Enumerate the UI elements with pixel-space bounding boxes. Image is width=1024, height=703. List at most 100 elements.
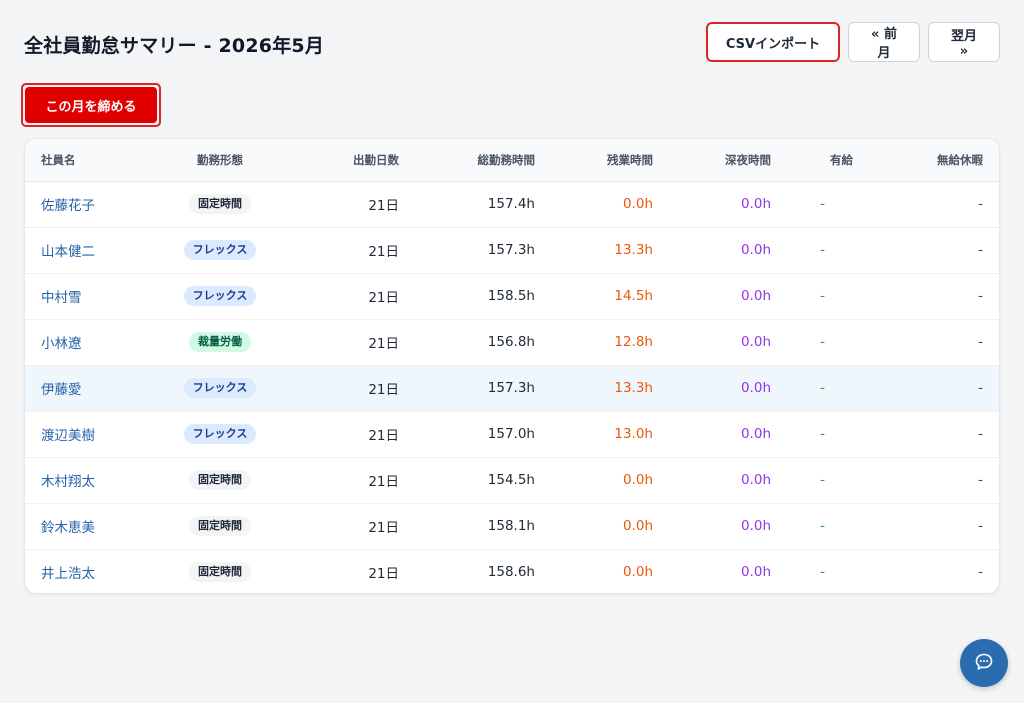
work-days-cell: 21日 (285, 502, 415, 549)
employee-name-cell: 伊藤愛 (25, 364, 155, 411)
column-header-total-hours: 総勤務時間 (415, 139, 551, 182)
employee-name-link[interactable]: 鈴木恵美 (41, 520, 95, 536)
work-type-badge: フレックス (183, 378, 257, 398)
work-type-cell: フレックス (155, 226, 285, 273)
close-month-highlight: この月を締める (21, 83, 161, 127)
unpaid-leave-cell: - (869, 364, 999, 411)
night-hours-cell: 0.0h (669, 226, 787, 273)
table-row: 木村翔太 固定時間 21日 154.5h 0.0h 0.0h - - (25, 456, 999, 503)
employee-name-link[interactable]: 佐藤花子 (41, 198, 95, 214)
work-days-cell: 21日 (285, 318, 415, 365)
employee-name-cell: 井上浩太 (25, 548, 155, 593)
work-type-badge: フレックス (183, 424, 257, 444)
work-days-cell: 21日 (285, 272, 415, 319)
night-hours-cell: 0.0h (669, 548, 787, 593)
table-row: 佐藤花子 固定時間 21日 157.4h 0.0h 0.0h - - (25, 181, 999, 227)
table-row: 小林遼 裁量労働 21日 156.8h 12.8h 0.0h - - (25, 318, 999, 365)
work-type-cell: 固定時間 (155, 502, 285, 549)
csv-import-button[interactable]: CSVインポート (706, 22, 840, 62)
total-hours-cell: 158.6h (415, 548, 551, 593)
total-hours-cell: 158.1h (415, 502, 551, 549)
overtime-cell: 0.0h (551, 548, 669, 593)
total-hours-cell: 157.3h (415, 364, 551, 411)
total-hours-cell: 157.3h (415, 226, 551, 273)
unpaid-leave-cell: - (869, 548, 999, 593)
night-hours-cell: 0.0h (669, 410, 787, 457)
total-hours-cell: 158.5h (415, 272, 551, 319)
work-type-badge: 固定時間 (189, 516, 251, 536)
total-hours-cell: 156.8h (415, 318, 551, 365)
employee-name-cell: 佐藤花子 (25, 181, 155, 227)
employee-name-link[interactable]: 中村雪 (41, 290, 82, 306)
work-days-cell: 21日 (285, 364, 415, 411)
prev-month-button[interactable]: « 前月 (848, 22, 920, 62)
work-days-cell: 21日 (285, 456, 415, 503)
employee-name-cell: 鈴木恵美 (25, 502, 155, 549)
table-row: 山本健二 フレックス 21日 157.3h 13.3h 0.0h - - (25, 226, 999, 273)
total-hours-cell: 157.0h (415, 410, 551, 457)
overtime-cell: 0.0h (551, 502, 669, 549)
work-type-badge: 固定時間 (189, 194, 251, 214)
night-hours-cell: 0.0h (669, 318, 787, 365)
column-header-work-type: 勤務形態 (155, 139, 285, 182)
employee-name-cell: 中村雪 (25, 272, 155, 319)
overtime-cell: 12.8h (551, 318, 669, 365)
work-type-badge: 固定時間 (189, 470, 251, 490)
overtime-cell: 13.3h (551, 226, 669, 273)
table-row: 渡辺美樹 フレックス 21日 157.0h 13.0h 0.0h - - (25, 410, 999, 457)
employee-name-link[interactable]: 井上浩太 (41, 566, 95, 582)
unpaid-leave-cell: - (869, 226, 999, 273)
paid-leave-cell: - (787, 364, 869, 411)
attendance-summary-table: 社員名 勤務形態 出勤日数 総勤務時間 残業時間 深夜時間 有給 無給休暇 佐藤… (24, 138, 1000, 594)
table-header-row: 社員名 勤務形態 出勤日数 総勤務時間 残業時間 深夜時間 有給 無給休暇 (25, 139, 999, 182)
unpaid-leave-cell: - (869, 502, 999, 549)
work-type-cell: フレックス (155, 410, 285, 457)
work-days-cell: 21日 (368, 198, 399, 214)
close-month-button[interactable]: この月を締める (25, 87, 157, 123)
chat-button[interactable] (960, 639, 1008, 687)
night-hours-cell: 0.0h (669, 502, 787, 549)
column-header-unpaid-leave: 無給休暇 (869, 139, 999, 182)
table-row: 井上浩太 固定時間 21日 158.6h 0.0h 0.0h - - (25, 548, 999, 593)
page-title: 全社員勤怠サマリー - 2026年5月 (24, 35, 325, 57)
column-header-paid-leave: 有給 (787, 139, 869, 182)
overtime-cell: 13.3h (551, 364, 669, 411)
work-type-badge: フレックス (183, 240, 257, 260)
employee-name-cell: 小林遼 (25, 318, 155, 365)
employee-name-link[interactable]: 小林遼 (41, 336, 82, 352)
work-type-cell: 固定時間 (155, 181, 285, 227)
employee-name-link[interactable]: 木村翔太 (41, 474, 95, 490)
employee-name-cell: 山本健二 (25, 226, 155, 273)
overtime-cell: 0.0h (622, 196, 653, 212)
table-row: 中村雪 フレックス 21日 158.5h 14.5h 0.0h - - (25, 272, 999, 319)
unpaid-leave-cell: - (869, 456, 999, 503)
total-hours-cell: 154.5h (415, 456, 551, 503)
paid-leave-cell: - (787, 272, 869, 319)
table-row: 伊藤愛 フレックス 21日 157.3h 13.3h 0.0h - - (25, 364, 999, 411)
work-type-cell: 固定時間 (155, 456, 285, 503)
column-header-work-days: 出勤日数 (285, 139, 415, 182)
paid-leave-cell: - (787, 410, 869, 457)
paid-leave-cell: - (820, 196, 825, 212)
employee-name-link[interactable]: 渡辺美樹 (41, 428, 95, 444)
employee-name-link[interactable]: 山本健二 (41, 244, 95, 260)
next-month-button[interactable]: 翌月 » (928, 22, 1000, 62)
unpaid-leave-cell: - (869, 410, 999, 457)
work-days-cell: 21日 (285, 226, 415, 273)
paid-leave-cell: - (787, 318, 869, 365)
unpaid-leave-cell: - (869, 272, 999, 319)
night-hours-cell: 0.0h (669, 364, 787, 411)
employee-name-link[interactable]: 伊藤愛 (41, 382, 82, 398)
column-header-night-hours: 深夜時間 (669, 139, 787, 182)
total-hours-cell: 157.4h (487, 196, 535, 212)
paid-leave-cell: - (787, 548, 869, 593)
overtime-cell: 13.0h (551, 410, 669, 457)
table-row: 鈴木恵美 固定時間 21日 158.1h 0.0h 0.0h - - (25, 502, 999, 549)
work-type-badge: フレックス (183, 286, 257, 306)
paid-leave-cell: - (787, 456, 869, 503)
overtime-cell: 14.5h (551, 272, 669, 319)
header-actions: CSVインポート « 前月 翌月 » (706, 22, 1000, 62)
column-header-overtime: 残業時間 (551, 139, 669, 182)
overtime-cell: 0.0h (551, 456, 669, 503)
unpaid-leave-cell: - (869, 318, 999, 365)
